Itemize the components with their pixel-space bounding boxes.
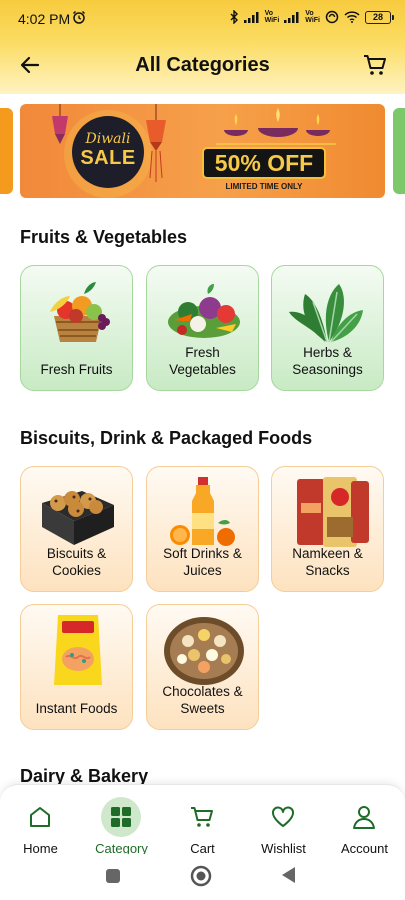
user-icon [344, 797, 384, 837]
heart-icon [263, 797, 303, 837]
system-navigation-bar [0, 854, 405, 900]
vowifi-label-2: Vo WiFi [305, 10, 320, 24]
nav-home[interactable]: Home [0, 793, 81, 856]
page-title: All Categories [135, 54, 270, 76]
status-time: 4:02 PM [18, 11, 71, 27]
banner-prev-peek[interactable] [0, 108, 13, 194]
discount-subtext: LIMITED TIME ONLY [225, 182, 303, 191]
discount-label: 50% OFF [202, 147, 326, 179]
hotspot-icon [325, 10, 339, 24]
category-label: Namkeen & Snacks [292, 546, 363, 578]
category-label: Fresh Fruits [40, 362, 113, 377]
grid-icon [101, 797, 141, 837]
sale-badge-main: SALE [80, 147, 136, 169]
category-tile-soft-drinks-juices[interactable]: Soft Drinks & Juices [146, 466, 259, 592]
category-label: Soft Drinks & Juices [163, 546, 242, 578]
category-tile-herbs-seasonings[interactable]: Herbs & Seasonings [271, 265, 384, 391]
nav-account[interactable]: Account [324, 793, 405, 856]
diwali-sale-banner[interactable]: Diwali SALE 50% OFF LIMITED TIME ONLY [20, 104, 385, 198]
alarm-icon [72, 10, 86, 29]
category-tile-fresh-vegetables[interactable]: Fresh Vegetables [146, 265, 259, 391]
signal-icon [243, 11, 260, 23]
status-bar: 4:02 PM Vo WiFi Vo WiFi 28 [0, 0, 405, 38]
wifi-icon [344, 11, 360, 23]
category-label: Chocolates & Sweets [162, 684, 243, 716]
section-title-fruits-vegetables: Fruits & Vegetables [20, 227, 188, 247]
category-tile-chocolates-sweets[interactable]: Chocolates & Sweets [146, 604, 259, 730]
snack-packets-icon [297, 477, 369, 547]
category-label: Instant Foods [35, 701, 118, 716]
home-button-icon[interactable] [190, 865, 212, 892]
category-tile-fresh-fruits[interactable]: Fresh Fruits [20, 265, 133, 391]
cookie-box-icon [42, 491, 114, 545]
app-header: 4:02 PM Vo WiFi Vo WiFi 28 All Categorie… [0, 0, 405, 94]
vowifi-label-1: Vo WiFi [264, 10, 280, 24]
banner-carousel[interactable]: Diwali SALE 50% OFF LIMITED TIME ONLY [0, 104, 405, 198]
cart-icon [182, 797, 222, 837]
nav-wishlist[interactable]: Wishlist [243, 793, 324, 856]
category-label: Fresh Vegetables [169, 345, 236, 377]
spinach-icon [289, 284, 363, 343]
back-triangle-icon[interactable] [280, 866, 296, 889]
top-nav: All Categories [0, 44, 405, 86]
sale-badge: Diwali SALE [72, 116, 144, 188]
bluetooth-icon [230, 10, 239, 24]
status-icons: Vo WiFi Vo WiFi 28 [230, 10, 394, 24]
vegetables-icon [168, 284, 240, 338]
signal-icon-2 [284, 11, 300, 23]
juice-bottle-icon [170, 477, 235, 546]
category-label: Herbs & Seasonings [292, 345, 363, 377]
banner-next-peek[interactable] [393, 108, 405, 194]
recents-icon[interactable] [105, 868, 121, 889]
fruit-basket-icon [50, 282, 110, 342]
home-icon [20, 797, 60, 837]
category-tile-namkeen-snacks[interactable]: Namkeen & Snacks [271, 466, 384, 592]
noodles-pack-icon [54, 615, 102, 685]
battery-indicator: 28 [365, 10, 394, 24]
sweets-platter-icon [164, 617, 244, 685]
nav-category[interactable]: Category [81, 793, 162, 856]
bottom-navigation: Home Category Cart Wishlist Account [0, 784, 405, 856]
sale-badge-top: Diwali [85, 131, 131, 147]
section-title-biscuits-drinks: Biscuits, Drink & Packaged Foods [20, 428, 313, 448]
category-tile-instant-foods[interactable]: Instant Foods [20, 604, 133, 730]
category-tile-biscuits-cookies[interactable]: Biscuits & Cookies [20, 466, 133, 592]
cart-icon[interactable] [361, 51, 389, 79]
category-label: Biscuits & Cookies [46, 546, 107, 578]
nav-cart[interactable]: Cart [162, 793, 243, 856]
